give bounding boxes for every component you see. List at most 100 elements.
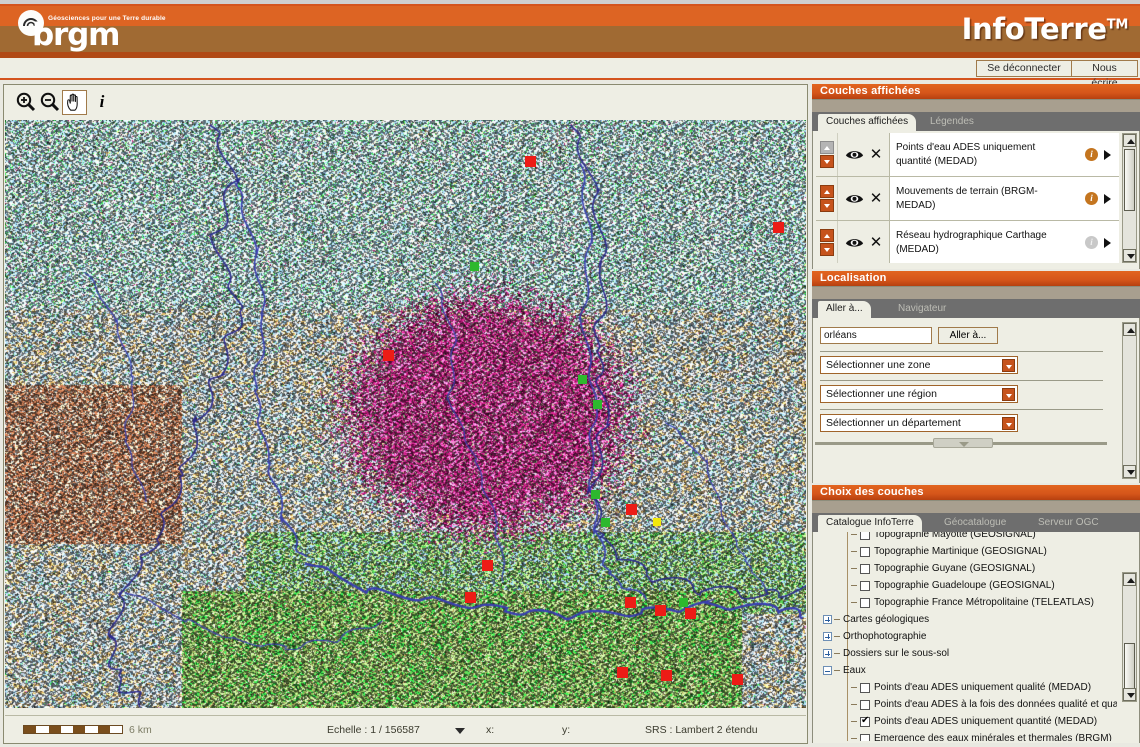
tree-node-label[interactable]: Points d'eau ADES uniquement quantité (M… (874, 713, 1097, 730)
layer-checkbox[interactable] (860, 581, 870, 591)
layer-row[interactable]: ✕Réseau hydrographique Carthage (MEDAD)i (816, 221, 1119, 263)
tree-branch[interactable]: Eaux (817, 662, 1117, 679)
tree-node-label[interactable]: Dossiers sur le sous-sol (843, 645, 949, 662)
layer-checkbox[interactable] (860, 598, 870, 608)
tree-leaf[interactable]: Points d'eau ADES à la fois des données … (817, 696, 1117, 713)
tab-choix-3[interactable]: Serveur OGC (1030, 515, 1107, 532)
scroll-up-icon[interactable] (1123, 323, 1136, 336)
move-layer-down-button[interactable] (820, 155, 834, 168)
map-point-marker[interactable] (601, 518, 610, 527)
layer-info-icon[interactable]: i (1085, 148, 1098, 161)
layers-scrollbar[interactable] (1122, 133, 1137, 263)
remove-layer-icon[interactable]: ✕ (870, 147, 883, 162)
logout-button[interactable]: Se déconnecter (976, 60, 1072, 77)
chevron-down-icon[interactable] (1002, 388, 1015, 401)
layer-checkbox[interactable] (860, 564, 870, 574)
map-point-marker[interactable] (661, 670, 672, 681)
zone-select[interactable]: Sélectionner une zone (820, 356, 1018, 374)
map-point-marker[interactable] (679, 598, 688, 607)
map-point-marker[interactable] (465, 592, 476, 603)
tree-leaf[interactable]: Emergence des eaux minérales et thermale… (817, 730, 1117, 741)
map-canvas[interactable] (5, 120, 806, 708)
map-point-marker[interactable] (593, 400, 602, 409)
tab-layers-1[interactable]: Couches affichées (818, 114, 916, 131)
map-point-marker[interactable] (685, 608, 696, 619)
layer-expand-icon[interactable] (1104, 150, 1111, 160)
panel-splitter[interactable] (815, 442, 1107, 445)
layer-expand-icon[interactable] (1104, 238, 1111, 248)
scroll-down-icon[interactable] (1123, 249, 1136, 262)
tree-node-label[interactable]: Orthophotographie (843, 628, 926, 645)
move-layer-down-button[interactable] (820, 199, 834, 212)
scale-dropdown-icon[interactable] (455, 728, 465, 734)
contact-us-button[interactable]: Nous écrire (1072, 60, 1138, 77)
layer-expand-icon[interactable] (1104, 194, 1111, 204)
map-point-marker[interactable] (625, 597, 636, 608)
tree-node-label[interactable]: Topographie Mayotte (GEOSIGNAL) (874, 532, 1036, 543)
chevron-down-icon[interactable] (1002, 359, 1015, 372)
map-point-marker[interactable] (482, 560, 493, 571)
expand-icon[interactable] (823, 649, 832, 658)
tree-leaf[interactable]: Points d'eau ADES uniquement qualité (ME… (817, 679, 1117, 696)
tab-choix-1[interactable]: Catalogue InfoTerre (818, 515, 922, 532)
region-area-select[interactable]: Sélectionner une région (820, 385, 1018, 403)
splitter-grip[interactable] (933, 438, 993, 448)
layer-checkbox[interactable] (860, 700, 870, 710)
visibility-eye-icon[interactable] (845, 149, 864, 160)
move-layer-up-button[interactable] (820, 185, 834, 198)
tree-node-label[interactable]: Topographie Martinique (GEOSIGNAL) (874, 543, 1047, 560)
remove-layer-icon[interactable]: ✕ (870, 235, 883, 250)
tree-branch[interactable]: Dossiers sur le sous-sol (817, 645, 1117, 662)
tree-leaf[interactable]: Topographie France Métropolitaine (TELEA… (817, 594, 1117, 611)
map-point-marker[interactable] (525, 156, 536, 167)
map-point-marker[interactable] (578, 375, 587, 384)
scroll-up-icon[interactable] (1123, 134, 1136, 147)
scroll-down-icon[interactable] (1123, 688, 1136, 701)
map-point-marker[interactable] (626, 504, 637, 515)
localisation-scrollbar[interactable] (1122, 322, 1137, 479)
brgm-logo[interactable]: Géosciences pour une Terre durable brgm (8, 4, 178, 56)
tree-leaf[interactable]: Topographie Guadeloupe (GEOSIGNAL) (817, 577, 1117, 594)
tree-node-label[interactable]: Points d'eau ADES à la fois des données … (874, 696, 1117, 713)
map-point-marker[interactable] (591, 490, 600, 499)
map-point-marker[interactable] (655, 605, 666, 616)
scroll-up-icon[interactable] (1123, 573, 1136, 586)
map-point-marker[interactable] (617, 667, 628, 678)
layer-checkbox[interactable] (860, 547, 870, 557)
tab-localisation-1[interactable]: Aller à... (818, 301, 871, 318)
tree-node-label[interactable]: Topographie France Métropolitaine (TELEA… (874, 594, 1094, 611)
pan-hand-icon[interactable] (62, 90, 87, 115)
map-point-marker[interactable] (773, 222, 784, 233)
tree-node-label[interactable]: Eaux (843, 662, 866, 679)
layer-info-icon[interactable]: i (1085, 192, 1098, 205)
layer-checkbox[interactable] (860, 683, 870, 693)
tree-branch[interactable]: Cartes géologiques (817, 611, 1117, 628)
location-search-input[interactable]: orléans (820, 327, 932, 344)
map-point-marker[interactable] (653, 518, 661, 526)
tab-localisation-2[interactable]: Navigateur (890, 301, 954, 318)
layer-checkbox[interactable] (860, 717, 870, 727)
department-select[interactable]: Sélectionner un département (820, 414, 1018, 432)
choix-scrollbar[interactable] (1122, 572, 1137, 702)
scroll-down-icon[interactable] (1123, 465, 1136, 478)
geological-map-image[interactable] (5, 120, 806, 708)
tree-leaf[interactable]: Points d'eau ADES uniquement quantité (M… (817, 713, 1117, 730)
map-point-marker[interactable] (383, 350, 394, 361)
tree-node-label[interactable]: Topographie Guyane (GEOSIGNAL) (874, 560, 1035, 577)
tree-leaf[interactable]: Topographie Mayotte (GEOSIGNAL) (817, 532, 1117, 543)
move-layer-down-button[interactable] (820, 243, 834, 256)
expand-icon[interactable] (823, 632, 832, 641)
tree-node-label[interactable]: Cartes géologiques (843, 611, 929, 628)
tree-node-label[interactable]: Topographie Guadeloupe (GEOSIGNAL) (874, 577, 1055, 594)
layer-row[interactable]: ✕Mouvements de terrain (BRGM-MEDAD)i (816, 177, 1119, 221)
scroll-thumb[interactable] (1124, 149, 1135, 211)
zoom-in-icon[interactable] (14, 90, 38, 114)
scroll-thumb[interactable] (1124, 643, 1135, 691)
tree-branch[interactable]: Orthophotographie (817, 628, 1117, 645)
map-point-marker[interactable] (470, 262, 479, 271)
layer-checkbox[interactable] (860, 734, 870, 742)
info-tool-icon[interactable]: i (90, 90, 114, 114)
layer-row[interactable]: ✕Points d'eau ADES uniquement quantité (… (816, 133, 1119, 177)
chevron-down-icon[interactable] (1002, 417, 1015, 430)
tree-node-label[interactable]: Emergence des eaux minérales et thermale… (874, 730, 1112, 741)
